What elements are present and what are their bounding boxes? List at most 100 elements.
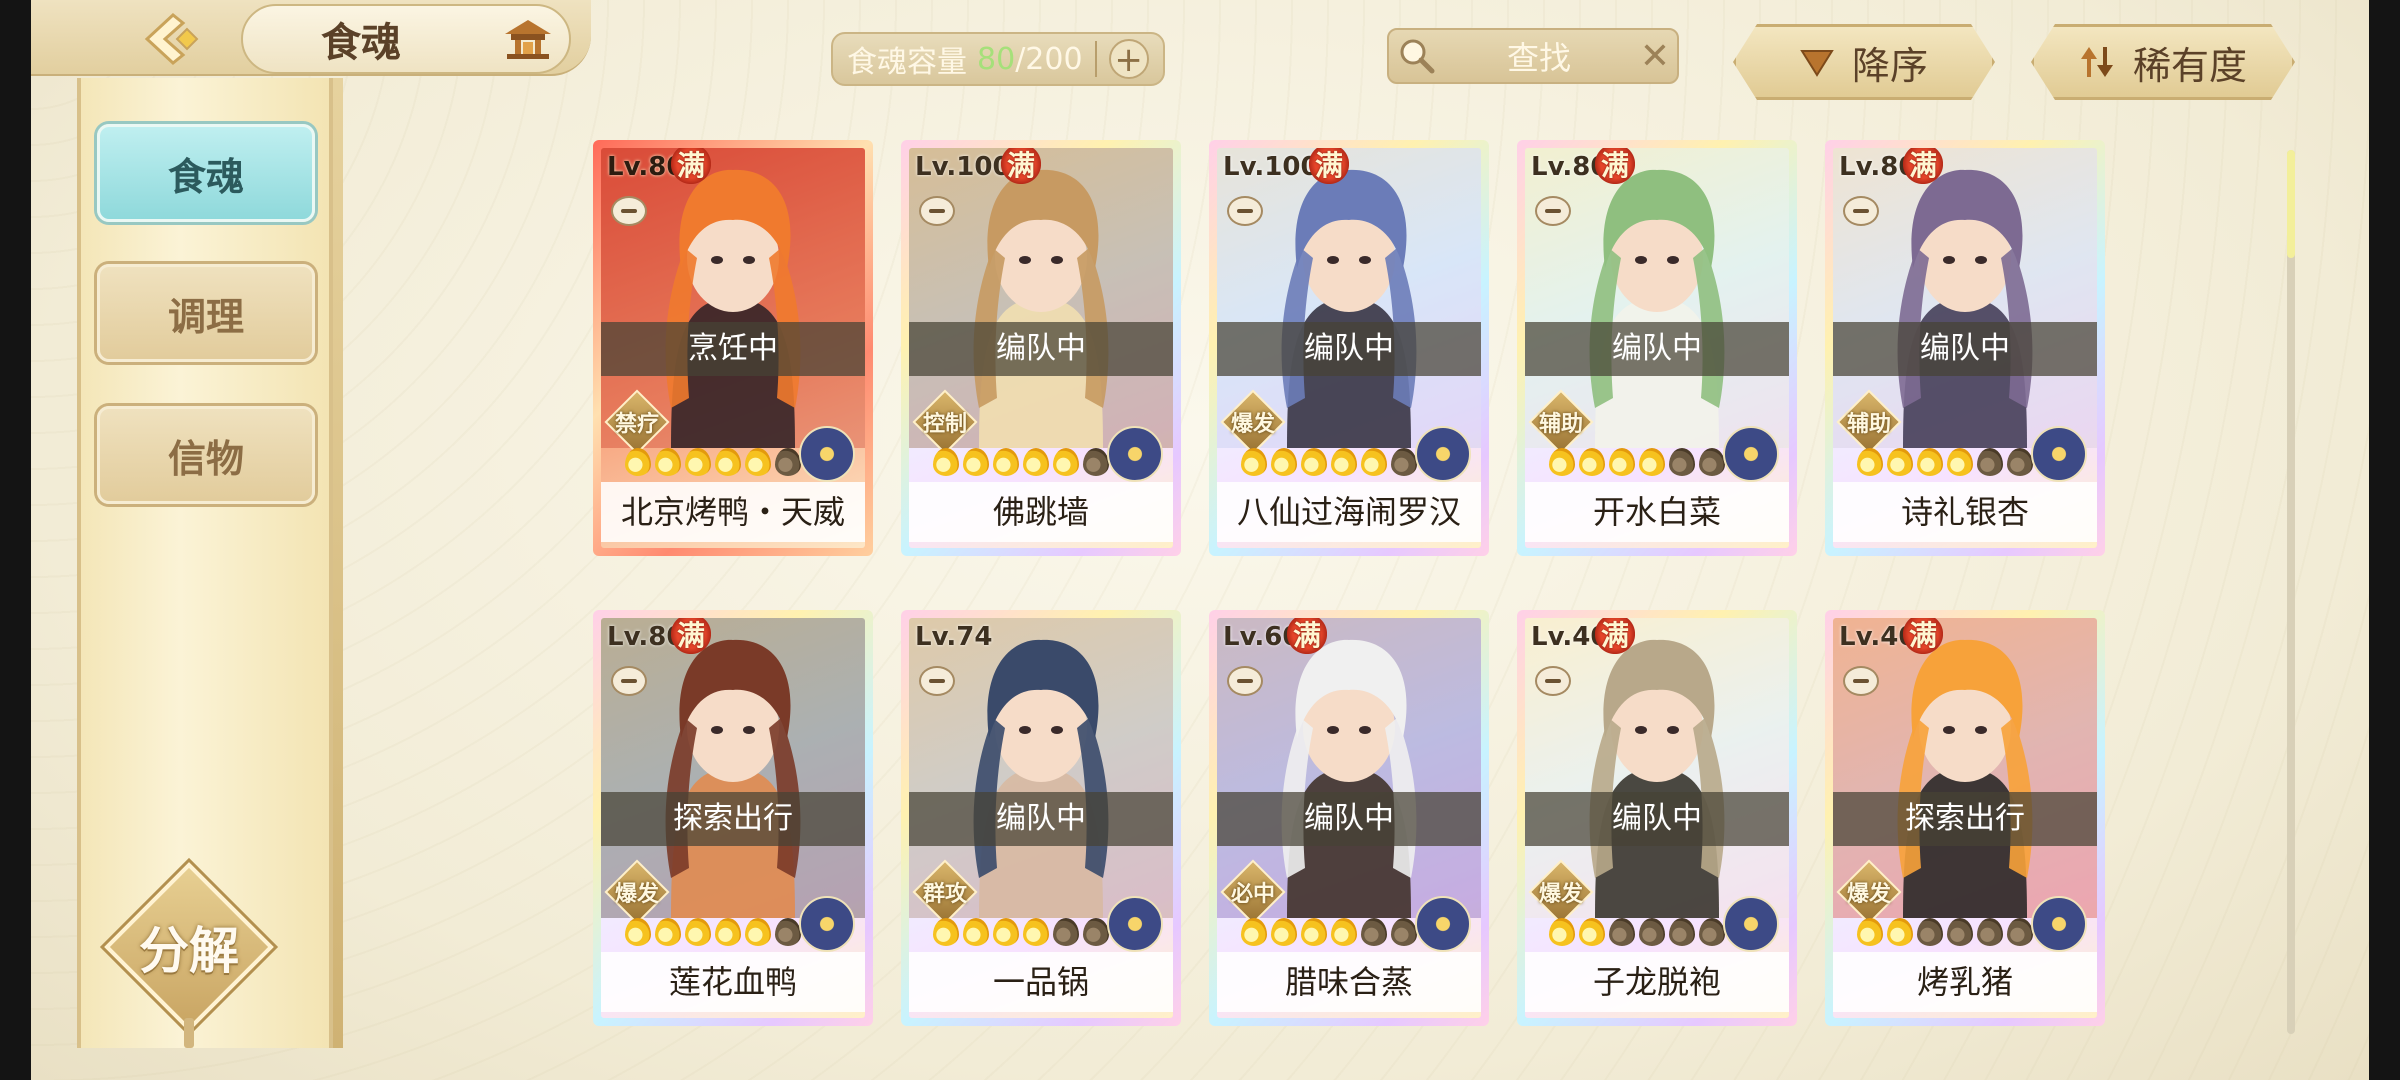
element-emblem-icon	[799, 426, 855, 482]
sort-order-label: 降序	[1851, 43, 1928, 88]
max-badge: 满	[671, 148, 711, 184]
star-icon	[625, 918, 651, 946]
star-icon	[1083, 918, 1109, 946]
food-soul-card[interactable]: Lv.74 编队中 群攻 一品锅	[901, 610, 1181, 1026]
capacity-divider	[1094, 41, 1097, 77]
element-emblem-icon	[1723, 426, 1779, 482]
max-badge: 满	[1287, 618, 1327, 654]
scrollbar-thumb[interactable]	[2287, 150, 2295, 258]
lock-icon[interactable]	[611, 666, 647, 696]
element-emblem-icon	[2031, 426, 2087, 482]
lock-icon[interactable]	[611, 196, 647, 226]
star-icon	[1549, 448, 1575, 476]
star-icon	[933, 448, 959, 476]
lock-icon[interactable]	[919, 666, 955, 696]
lock-icon[interactable]	[1535, 196, 1571, 226]
search-box[interactable]: 查找 ✕	[1387, 28, 1679, 84]
role-badge: 辅助	[1528, 389, 1594, 455]
max-badge: 满	[1001, 148, 1041, 184]
food-soul-card[interactable]: Lv.80 满 编队中 辅助 开水白菜	[1517, 140, 1797, 556]
element-emblem-icon	[1415, 426, 1471, 482]
star-icon	[1579, 448, 1605, 476]
tab-conditioning-label: 调理	[167, 293, 244, 339]
star-rating	[933, 918, 1109, 946]
scrollbar[interactable]	[2287, 150, 2295, 1034]
star-rating	[1241, 918, 1417, 946]
lock-icon[interactable]	[1843, 196, 1879, 226]
role-badge: 群攻	[912, 859, 978, 925]
star-icon	[1579, 918, 1605, 946]
soul-capacity: 食魂容量 80 / 200 +	[831, 32, 1165, 86]
star-icon	[1639, 918, 1665, 946]
element-emblem-icon	[1415, 896, 1471, 952]
sort-rarity-button[interactable]: 稀有度	[2031, 24, 2295, 100]
card-status: 编队中	[1833, 322, 2097, 376]
sort-rarity-label: 稀有度	[2132, 43, 2247, 88]
card-status: 探索出行	[601, 792, 865, 846]
capacity-max: 200	[1025, 41, 1083, 77]
star-icon	[775, 918, 801, 946]
card-name: 诗礼银杏	[1833, 482, 2097, 542]
back-arrow-icon	[144, 13, 199, 65]
star-rating	[1549, 918, 1725, 946]
card-frame: Lv.80 满 编队中 辅助 开水白菜	[1525, 148, 1789, 548]
triangle-down-icon	[1800, 47, 1834, 77]
sort-order-button[interactable]: 降序	[1733, 24, 1995, 100]
card-frame: Lv.40 满 编队中 爆发 子龙脱袍	[1525, 618, 1789, 1018]
food-soul-card[interactable]: Lv.40 满 编队中 爆发 子龙脱袍	[1517, 610, 1797, 1026]
star-icon	[1241, 448, 1267, 476]
lock-icon[interactable]	[1843, 666, 1879, 696]
star-icon	[1947, 918, 1973, 946]
card-frame: Lv.80 满 烹饪中 禁疗 北京烤鸭・天威	[601, 148, 865, 548]
star-icon	[1947, 448, 1973, 476]
food-soul-card[interactable]: Lv.100 满 编队中 控制 佛跳墙	[901, 140, 1181, 556]
star-icon	[1301, 918, 1327, 946]
star-rating	[1549, 448, 1725, 476]
lock-icon[interactable]	[1535, 666, 1571, 696]
role-badge: 辅助	[1836, 389, 1902, 455]
food-soul-card[interactable]: Lv.60 满 编队中 必中 腊味合蒸	[1209, 610, 1489, 1026]
lock-icon[interactable]	[919, 196, 955, 226]
star-icon	[715, 448, 741, 476]
star-icon	[1271, 918, 1297, 946]
search-input[interactable]: 查找	[1445, 33, 1633, 79]
star-icon	[775, 448, 801, 476]
max-badge: 满	[1309, 148, 1349, 184]
star-icon	[1391, 448, 1417, 476]
decompose-button[interactable]: 分解	[104, 862, 274, 1048]
back-button[interactable]	[119, 8, 229, 70]
card-name: 开水白菜	[1525, 482, 1789, 542]
tab-conditioning[interactable]: 调理	[97, 264, 315, 362]
star-icon	[1023, 918, 1049, 946]
tab-food-soul[interactable]: 食魂	[97, 124, 315, 222]
lock-icon[interactable]	[1227, 196, 1263, 226]
sort-arrows-icon	[2079, 45, 2115, 79]
element-emblem-icon	[1723, 896, 1779, 952]
food-soul-card[interactable]: Lv.80 满 编队中 辅助 诗礼银杏	[1825, 140, 2105, 556]
clear-search-icon[interactable]: ✕	[1633, 36, 1677, 77]
star-icon	[685, 918, 711, 946]
element-emblem-icon	[1107, 426, 1163, 482]
max-badge: 满	[1595, 148, 1635, 184]
card-status: 探索出行	[1833, 792, 2097, 846]
decompose-label: 分解	[139, 921, 239, 980]
role-label: 爆发	[1538, 882, 1583, 907]
tab-tokens[interactable]: 信物	[97, 406, 315, 504]
food-soul-card[interactable]: Lv.80 满 探索出行 爆发 莲花血鸭	[593, 610, 873, 1026]
tab-tokens-label: 信物	[167, 435, 244, 481]
max-badge: 满	[1595, 618, 1635, 654]
food-soul-card[interactable]: Lv.100 满 编队中 爆发 八仙过海闹罗汉	[1209, 140, 1489, 556]
card-frame: Lv.100 满 编队中 爆发 八仙过海闹罗汉	[1217, 148, 1481, 548]
home-button[interactable]	[501, 16, 555, 62]
star-icon	[1609, 448, 1635, 476]
card-level: Lv.100	[915, 152, 1011, 182]
food-soul-card[interactable]: Lv.40 满 探索出行 爆发 烤乳猪	[1825, 610, 2105, 1026]
lock-icon[interactable]	[1227, 666, 1263, 696]
capacity-add-button[interactable]: +	[1108, 39, 1149, 79]
role-badge: 必中	[1220, 859, 1286, 925]
star-rating	[933, 448, 1109, 476]
star-icon	[1977, 448, 2003, 476]
role-badge: 禁疗	[604, 389, 670, 455]
food-soul-card[interactable]: Lv.80 满 烹饪中 禁疗 北京烤鸭・天威	[593, 140, 873, 556]
card-frame: Lv.80 满 探索出行 爆发 莲花血鸭	[601, 618, 865, 1018]
